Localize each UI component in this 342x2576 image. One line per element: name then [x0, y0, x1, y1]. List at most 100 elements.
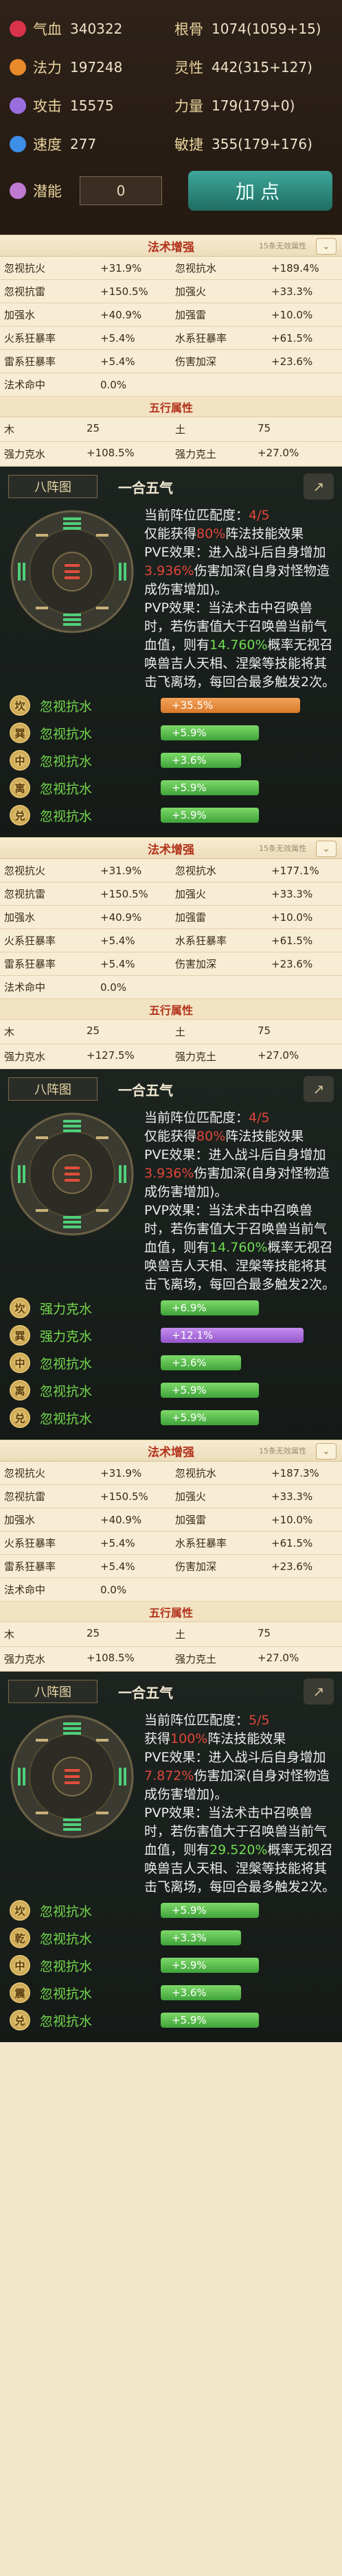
attribute-value: +31.9% [100, 261, 142, 274]
attribute-name: 忽视抗雷 [4, 285, 46, 298]
attribute-cell: 忽视抗雷 +150.5% [0, 1489, 171, 1503]
stat-cell: 攻击 15575 [10, 95, 168, 116]
formation-body: 当前阵位匹配度：4/5 仅能获得80%阵法技能效果 PVE效果：进入战斗后自身增加3… [0, 1109, 342, 1294]
match-value: 5/5 [249, 1713, 270, 1728]
position-badge: 巽 [10, 1325, 30, 1346]
attribute-row: 法术命中 0.0% [0, 1578, 342, 1602]
stat-name: 敏捷 [174, 137, 203, 153]
attribute-cell: 加强水 +40.9% [0, 307, 171, 322]
five-elements-row: 木 25 土 75 [0, 1622, 342, 1647]
attribute-value: +177.1% [271, 864, 319, 877]
heart-icon [10, 21, 26, 37]
attribute-cell: 法术命中 0.0% [0, 377, 171, 392]
position-value: +3.6% [172, 754, 207, 766]
attribute-value: +31.9% [100, 1466, 142, 1479]
position-value-bar: +5.9% [161, 1383, 259, 1398]
element-name: 强力克水 [4, 448, 46, 460]
attribute-name: 法术命中 [4, 1584, 46, 1596]
position-value: +5.9% [172, 2014, 207, 2026]
share-icon[interactable]: ↗ [304, 473, 334, 500]
formation-tab[interactable]: 八阵图 [8, 475, 98, 498]
attribute-name: 加强雷 [175, 911, 207, 924]
spell-enhance-header: 法术增强 15条无效属性 ⌄ [0, 235, 342, 257]
formation-name: 一合五气 [118, 1081, 173, 1099]
match-label: 当前阵位匹配度： [144, 1713, 249, 1728]
add-points-button[interactable]: 加点 [188, 171, 332, 211]
attribute-name: 雷系狂暴率 [4, 355, 56, 368]
share-icon[interactable]: ↗ [304, 1678, 334, 1705]
attribute-name: 伤害加深 [175, 1560, 217, 1573]
attribute-value: +5.4% [100, 934, 135, 947]
position-value-bar: +35.5% [161, 698, 300, 713]
effect-percent: 100% [170, 1731, 208, 1746]
attribute-name: 忽视抗火 [4, 1467, 46, 1479]
stat-value: 355(179+176) [212, 136, 312, 152]
position-badge: 震 [10, 1982, 30, 2003]
formation-tab[interactable]: 八阵图 [8, 1077, 98, 1101]
stat-row: 攻击 15575 力量 179(179+0) [10, 86, 332, 125]
formation-panel: 八阵图 一合五气 ↗ 当前阵位匹配度：4/5 仅能获得80%阵法技能效果 PVE效果：进入… [0, 467, 342, 837]
position-value: +5.9% [172, 1412, 207, 1424]
attribute-value: +10.0% [271, 911, 313, 924]
stat-value: 15575 [70, 97, 114, 114]
position-value-bar: +3.6% [161, 1355, 241, 1370]
collapse-button[interactable]: ⌄ [316, 841, 337, 857]
attribute-cell: 加强水 +40.9% [0, 910, 171, 924]
collapse-button[interactable]: ⌄ [316, 1443, 337, 1460]
attribute-grid: 忽视抗火 +31.9% 忽视抗水 +189.4% 忽视抗雷 +150.5% 加强火 +33.3… [0, 257, 342, 397]
attribute-value: +31.9% [100, 864, 142, 877]
bagua-wheel-icon [7, 1109, 137, 1239]
position-attribute: 强力克水 [40, 1328, 93, 1344]
invalid-attr-count: 15条无效属性 [259, 844, 306, 853]
formation-position-row: 乾忽视抗水 +3.3% [0, 1924, 342, 1952]
position-value-bar: +5.9% [161, 808, 259, 823]
attribute-row: 法术命中 0.0% [0, 976, 342, 999]
section-title: 法术增强 [148, 240, 194, 255]
formation-panel: 八阵图 一合五气 ↗ 当前阵位匹配度：5/5 获得100%阵法技能效果 PVE效果：进入战… [0, 1672, 342, 2042]
attribute-row: 忽视抗火 +31.9% 忽视抗水 +177.1% [0, 859, 342, 882]
attribute-value: +150.5% [100, 285, 148, 298]
formation-description: 当前阵位匹配度：4/5 仅能获得80%阵法技能效果 PVE效果：进入战斗后自身增加3… [137, 506, 337, 692]
attribute-value: 0.0% [100, 1583, 127, 1596]
formation-position-row: 中忽视抗水 +3.6% [0, 747, 342, 774]
stat-value: 340322 [70, 21, 123, 37]
bagua-wheel-icon [7, 506, 137, 637]
effect-suffix: 阵法技能效果 [207, 1731, 286, 1746]
five-elements-row: 强力克水 +108.5% 强力克土 +27.0% [0, 1647, 342, 1672]
potential-value-box[interactable]: 0 [80, 176, 162, 205]
attribute-cell: 加强雷 +10.0% [171, 307, 342, 322]
pve-value: 3.936% [144, 1166, 194, 1181]
position-attribute: 忽视抗水 [40, 753, 93, 769]
position-badge: 兑 [10, 805, 30, 826]
attribute-row: 加强水 +40.9% 加强雷 +10.0% [0, 303, 342, 327]
position-badge: 离 [10, 1380, 30, 1401]
attribute-value: +5.4% [100, 1536, 135, 1549]
attribute-cell: 加强火 +33.3% [171, 284, 342, 298]
formation-panel: 八阵图 一合五气 ↗ 当前阵位匹配度：4/5 仅能获得80%阵法技能效果 PVE效果：进入… [0, 1069, 342, 1440]
stat-cell: 气血 340322 [10, 19, 168, 39]
collapse-button[interactable]: ⌄ [316, 238, 337, 255]
element-cell: 木 25 [0, 422, 171, 436]
position-attribute: 忽视抗水 [40, 1958, 93, 1974]
attribute-value: +23.6% [271, 957, 313, 970]
attribute-row: 雷系狂暴率 +5.4% 伤害加深 +23.6% [0, 1555, 342, 1578]
attribute-cell: 忽视抗火 +31.9% [0, 261, 171, 275]
attribute-value: +23.6% [271, 1560, 313, 1573]
attribute-value: +150.5% [100, 887, 148, 900]
position-badge: 中 [10, 750, 30, 771]
element-name: 木 [4, 1628, 15, 1641]
attribute-cell: 火系狂暴率 +5.4% [0, 331, 171, 345]
stat-row: 速度 277 敏捷 355(179+176) [10, 125, 332, 163]
mana-swirl-icon [10, 59, 26, 75]
share-icon[interactable]: ↗ [304, 1076, 334, 1102]
position-value: +5.9% [172, 1904, 207, 1917]
formation-tab[interactable]: 八阵图 [8, 1680, 98, 1703]
attribute-value: +10.0% [271, 1513, 313, 1526]
spell-enhance-header: 法术增强 15条无效属性 ⌄ [0, 1440, 342, 1462]
element-value: 25 [87, 1024, 100, 1037]
attribute-cell: 忽视抗雷 +150.5% [0, 887, 171, 901]
element-value: 75 [258, 1024, 271, 1037]
attribute-name: 水系狂暴率 [175, 1537, 227, 1549]
stat-name: 攻击 [33, 98, 62, 115]
match-label: 当前阵位匹配度： [144, 1110, 249, 1125]
